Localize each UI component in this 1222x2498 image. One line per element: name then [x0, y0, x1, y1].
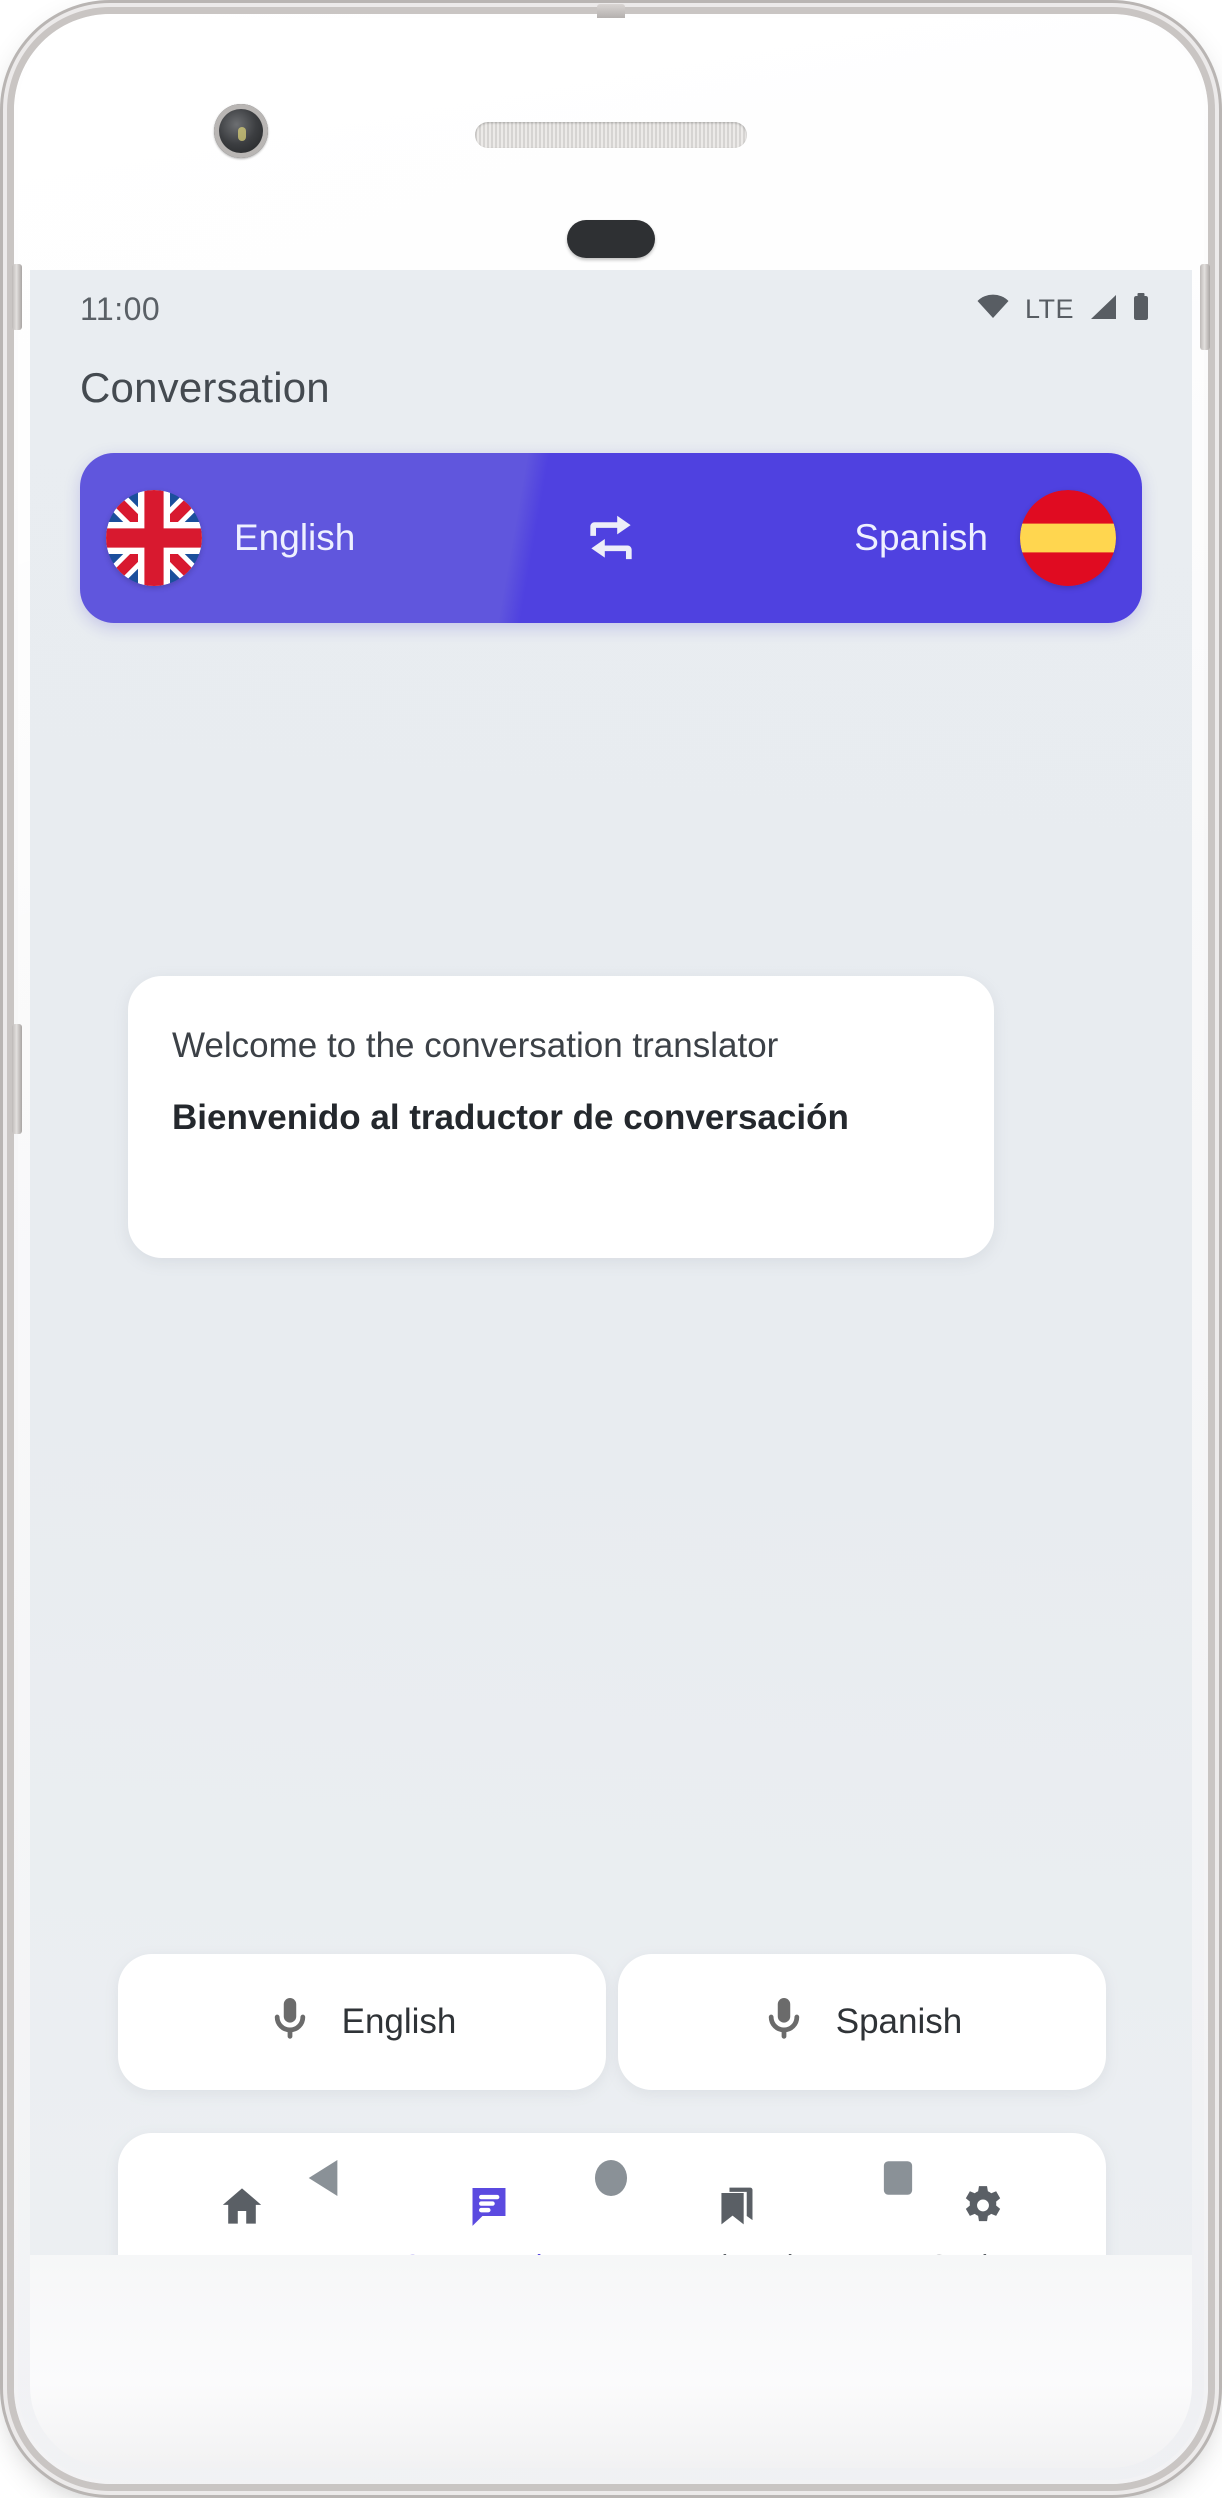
- mic-button-spanish[interactable]: Spanish: [618, 1954, 1106, 2090]
- message-translated-text: Bienvenido al traductor de conversación: [172, 1098, 849, 1138]
- source-language-label: English: [234, 517, 356, 558]
- status-bar-clock: 11:00: [80, 290, 161, 327]
- source-language-selector[interactable]: English: [106, 490, 574, 586]
- side-button-top[interactable]: [597, 4, 625, 18]
- microphone-icon: [268, 1994, 312, 2051]
- target-language-selector[interactable]: Spanish: [648, 490, 1116, 586]
- proximity-sensor: [567, 220, 655, 258]
- front-camera-icon: [214, 104, 268, 158]
- phone-device-frame: 11:00 LTE Conversation English Spanish W…: [12, 4, 1210, 2484]
- side-button-left-upper[interactable]: [12, 264, 22, 330]
- earpiece-speaker: [475, 122, 747, 148]
- status-bar-icons: LTE: [976, 292, 1150, 326]
- spain-flag-icon: [1020, 490, 1116, 586]
- microphone-icon: [762, 1994, 806, 2051]
- target-language-label: Spanish: [854, 517, 988, 558]
- uk-flag-icon: [106, 490, 202, 586]
- recents-square-icon[interactable]: [878, 2157, 918, 2199]
- android-system-navigation: [30, 2123, 1192, 2233]
- phone-chin: [30, 2255, 1192, 2468]
- status-bar: 11:00 LTE: [30, 270, 1192, 348]
- mic-button-label: English: [341, 2002, 457, 2041]
- page-title: Conversation: [80, 364, 330, 411]
- swap-arrows-icon[interactable]: [574, 507, 648, 569]
- home-circle-icon[interactable]: [591, 2157, 631, 2199]
- side-button-volume[interactable]: [12, 1024, 22, 1134]
- back-triangle-icon[interactable]: [304, 2157, 344, 2199]
- mic-button-label: Spanish: [835, 2002, 963, 2041]
- mic-button-english[interactable]: English: [118, 1954, 606, 2090]
- side-button-power[interactable]: [1200, 264, 1210, 350]
- network-type-label: LTE: [1024, 293, 1074, 324]
- battery-icon: [1132, 292, 1150, 326]
- wifi-icon: [976, 294, 1010, 325]
- signal-icon: [1089, 294, 1117, 325]
- phone-screen: 11:00 LTE Conversation English Spanish W…: [30, 270, 1192, 2255]
- message-source-text: Welcome to the conversation translator: [172, 1026, 779, 1065]
- microphone-button-row: English Spanish: [118, 1954, 1106, 2090]
- language-selector-bar[interactable]: English Spanish: [80, 453, 1142, 623]
- conversation-message-card[interactable]: Welcome to the conversation translator B…: [128, 976, 994, 1258]
